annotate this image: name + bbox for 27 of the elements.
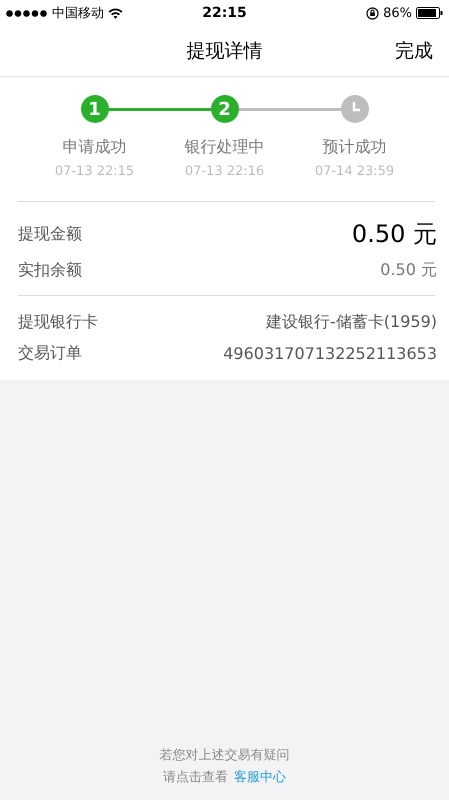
detail-label: 提现银行卡 xyxy=(18,312,98,333)
done-button[interactable]: 完成 xyxy=(395,38,433,64)
battery-icon xyxy=(416,7,444,19)
page-title: 提现详情 xyxy=(186,39,262,64)
amount-value: 0.50 元 xyxy=(380,260,437,281)
amount-label: 实扣余额 xyxy=(18,260,82,281)
step-label: 预计成功 xyxy=(322,137,386,158)
step-label: 申请成功 xyxy=(62,137,126,158)
step-time: 07-13 22:15 xyxy=(54,164,134,179)
clock-time: 22:15 xyxy=(202,5,247,21)
carrier-name: 中国移动 xyxy=(52,5,104,22)
help-prompt: 请点击查看 xyxy=(163,769,228,786)
help-text: 若您对上述交易有疑问 xyxy=(160,747,290,764)
step-number: 2 xyxy=(210,95,238,123)
detail-value: 496031707132252113653 xyxy=(223,344,437,363)
detail-label: 交易订单 xyxy=(18,343,82,364)
step-label: 银行处理中 xyxy=(184,137,264,158)
step-number: 1 xyxy=(80,95,108,123)
rotation-lock-icon xyxy=(366,6,380,20)
amount-value: 0.50 元 xyxy=(352,219,437,250)
battery-percent: 86% xyxy=(383,6,412,20)
wifi-icon xyxy=(108,8,123,18)
step-time: 07-14 23:59 xyxy=(314,164,394,179)
signal-icon xyxy=(6,10,48,16)
step-time: 07-13 22:16 xyxy=(184,164,264,179)
amount-label: 提现金额 xyxy=(18,224,82,244)
detail-value: 建设银行-储蓄卡(1959) xyxy=(266,312,437,333)
